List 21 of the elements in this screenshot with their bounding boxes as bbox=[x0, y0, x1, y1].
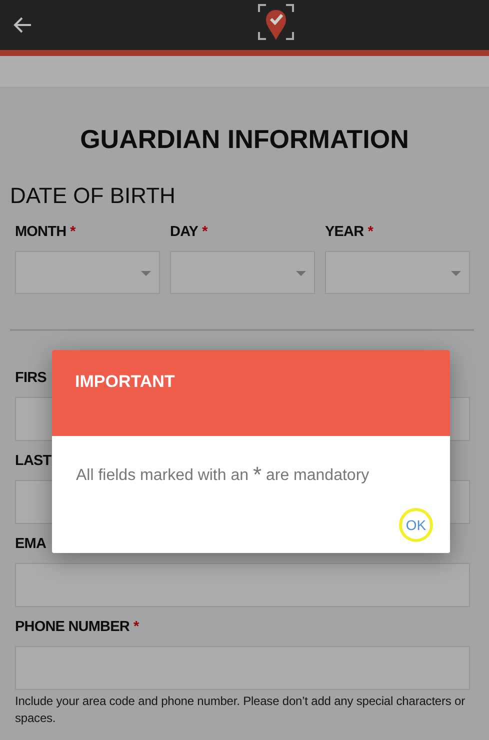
field-label: YEAR * bbox=[325, 223, 373, 241]
field-label: DAY * bbox=[170, 223, 208, 241]
field-label: LAST bbox=[15, 452, 52, 470]
back-icon[interactable] bbox=[13, 15, 33, 35]
section-heading: DATE OF BIRTH bbox=[10, 183, 176, 209]
caret-icon bbox=[296, 271, 306, 276]
input-field[interactable] bbox=[15, 563, 470, 607]
field-label: MONTH * bbox=[15, 223, 76, 241]
page-title: GUARDIAN INFORMATION bbox=[79, 124, 410, 154]
caret-icon bbox=[451, 271, 461, 276]
dropdown[interactable] bbox=[15, 251, 160, 294]
field-label: EMA bbox=[15, 535, 46, 553]
dialog-title: IMPORTANT bbox=[75, 372, 175, 391]
logo-icon bbox=[258, 4, 294, 40]
caret-icon bbox=[141, 271, 151, 276]
field-label: PHONE NUMBER * bbox=[15, 618, 139, 636]
help-text: Include your area code and phone number. Please don’t add any special characters or spaces. bbox=[15, 693, 466, 727]
dropdown[interactable] bbox=[325, 251, 470, 294]
dropdown[interactable] bbox=[170, 251, 315, 294]
field-label: FIRS bbox=[15, 369, 46, 387]
ok-button[interactable]: OK bbox=[399, 508, 433, 542]
